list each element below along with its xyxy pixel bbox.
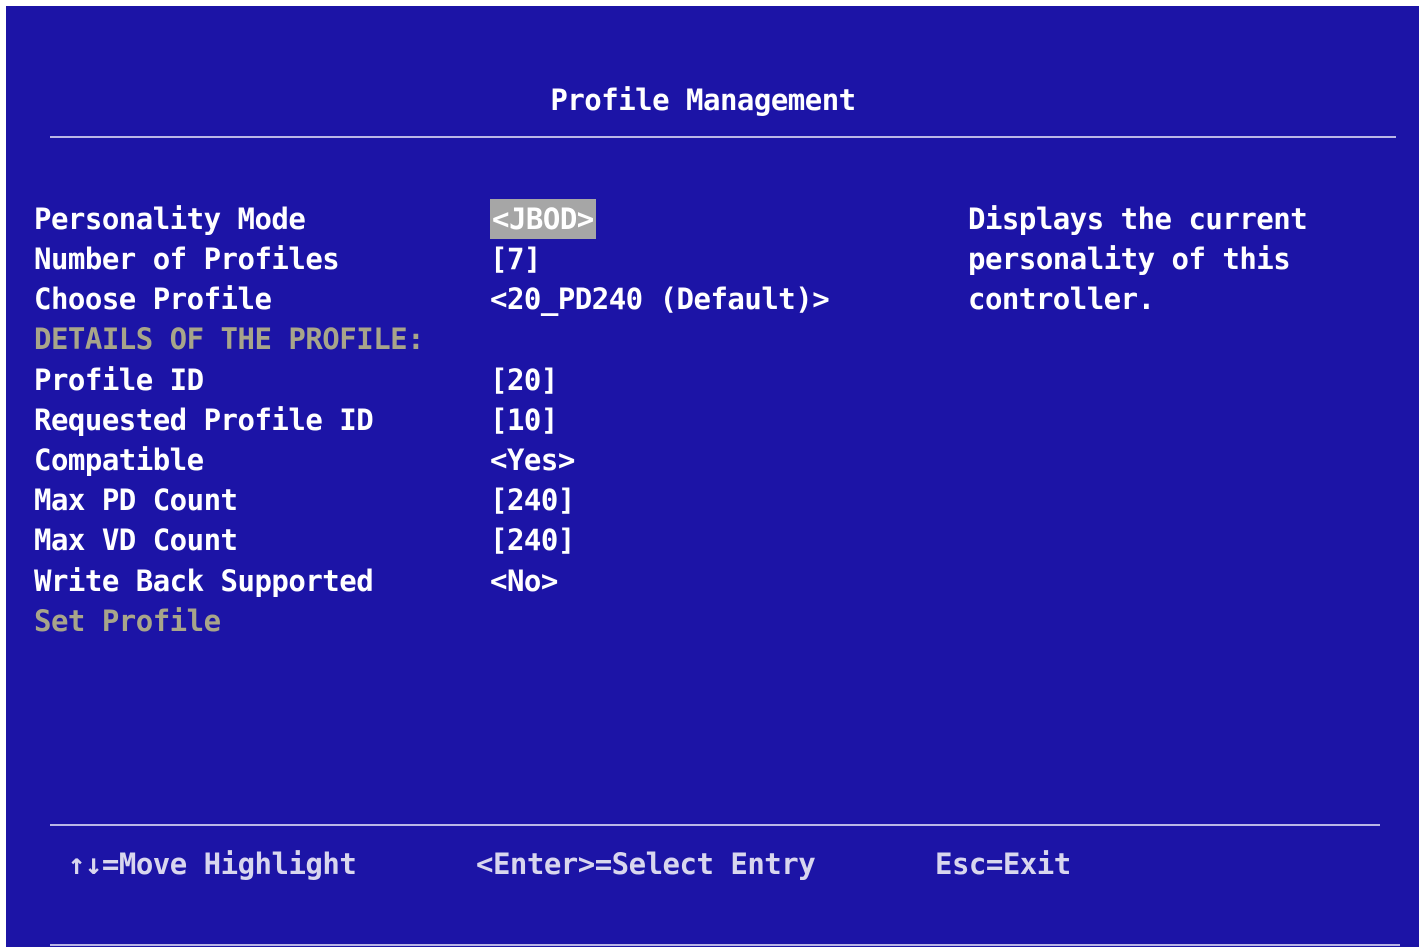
row-personality-mode[interactable]: Personality Mode <JBOD>	[34, 199, 934, 239]
max-vd-count-label: Max VD Count	[34, 523, 238, 557]
requested-profile-id-label: Requested Profile ID	[34, 403, 374, 437]
choose-profile-label: Choose Profile	[34, 282, 272, 316]
help-panel: Displays the current personality of this…	[968, 199, 1388, 319]
write-back-supported-value: <No>	[490, 564, 558, 598]
compatible-value: <Yes>	[490, 443, 575, 477]
profile-id-label: Profile ID	[34, 363, 204, 397]
details-of-profile-heading: DETAILS OF THE PROFILE:	[34, 322, 425, 356]
row-max-pd-count: Max PD Count [240]	[34, 480, 934, 520]
max-pd-count-label: Max PD Count	[34, 483, 238, 517]
footer-exit-hint: Esc=Exit	[935, 847, 1071, 881]
set-profile-action[interactable]: Set Profile	[34, 601, 934, 641]
header-divider	[50, 136, 1396, 138]
row-choose-profile[interactable]: Choose Profile <20_PD240 (Default)>	[34, 279, 934, 319]
row-number-of-profiles: Number of Profiles [7]	[34, 239, 934, 279]
help-line: personality of this	[968, 242, 1291, 276]
footer-select-entry-hint: <Enter>=Select Entry	[476, 847, 816, 881]
profile-id-value: [20]	[490, 363, 558, 397]
max-pd-count-value: [240]	[490, 483, 575, 517]
help-line: controller.	[968, 282, 1155, 316]
write-back-supported-label: Write Back Supported	[34, 564, 374, 598]
number-of-profiles-label: Number of Profiles	[34, 242, 340, 276]
row-profile-id: Profile ID [20]	[34, 360, 934, 400]
footer-move-highlight-hint: ↑↓=Move Highlight	[68, 847, 357, 881]
row-requested-profile-id: Requested Profile ID [10]	[34, 400, 934, 440]
requested-profile-id-value: [10]	[490, 403, 558, 437]
row-details-heading: DETAILS OF THE PROFILE:	[34, 319, 934, 359]
help-line: Displays the current	[968, 202, 1308, 236]
choose-profile-value[interactable]: <20_PD240 (Default)>	[490, 279, 830, 319]
set-profile-label: Set Profile	[34, 604, 221, 638]
footer-divider	[50, 824, 1380, 826]
personality-mode-value[interactable]: <JBOD>	[490, 199, 596, 239]
row-write-back-supported: Write Back Supported <No>	[34, 561, 934, 601]
bios-screen: Profile Management Personality Mode <JBO…	[6, 6, 1419, 947]
row-max-vd-count: Max VD Count [240]	[34, 520, 934, 560]
personality-mode-label: Personality Mode	[34, 202, 306, 236]
bottom-border	[50, 944, 1400, 946]
page-title: Profile Management	[550, 83, 856, 117]
number-of-profiles-value: [7]	[490, 242, 541, 276]
compatible-label: Compatible	[34, 443, 204, 477]
row-compatible: Compatible <Yes>	[34, 440, 934, 480]
max-vd-count-value: [240]	[490, 523, 575, 557]
